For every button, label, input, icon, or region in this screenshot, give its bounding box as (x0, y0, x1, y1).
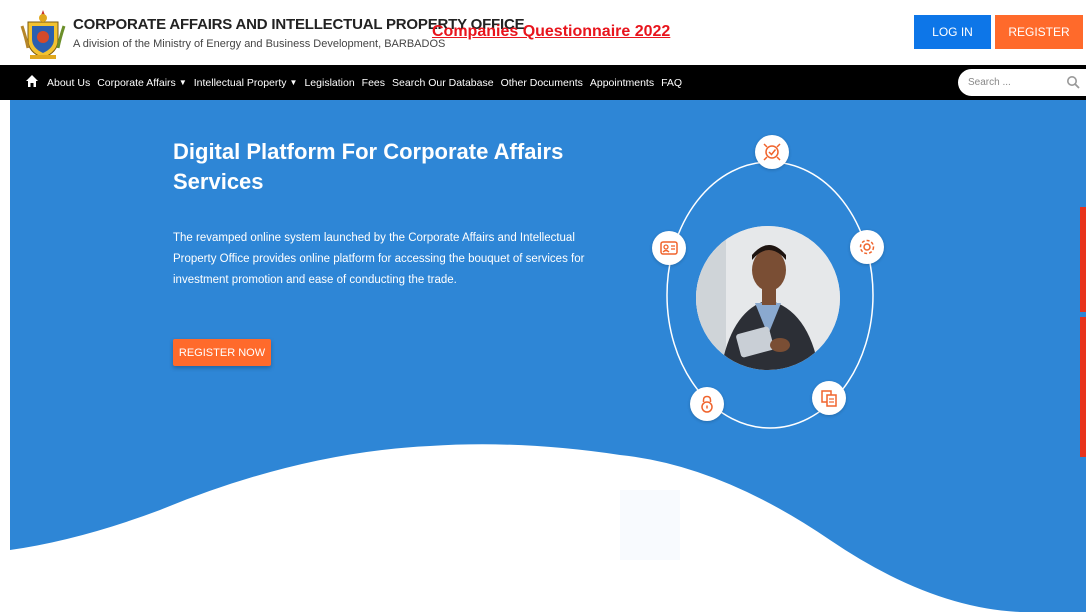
nav-item-about-us[interactable]: About Us (47, 77, 90, 89)
chevron-down-icon: ▼ (289, 78, 298, 87)
nav-item-fees[interactable]: Fees (362, 77, 385, 89)
site-header: CORPORATE AFFAIRS AND INTELLECTUAL PROPE… (0, 0, 1086, 65)
nav-item-label: Search Our Database (392, 76, 494, 89)
nav-item-label: Corporate Affairs (97, 76, 176, 89)
login-button[interactable]: LOG IN (914, 15, 991, 49)
orbit-ring (666, 161, 874, 429)
hero-section: Digital Platform For Corporate Affairs S… (0, 100, 1086, 612)
nav-item-label: Legislation (304, 76, 355, 89)
nav-item-faq[interactable]: FAQ (661, 77, 682, 89)
org-subtitle: A division of the Ministry of Energy and… (73, 38, 446, 50)
nav-item-search-database[interactable]: Search Our Database (392, 77, 494, 89)
lock-icon (690, 387, 724, 421)
register-now-button[interactable]: REGISTER NOW (173, 339, 271, 366)
main-nav: About Us Corporate Affairs ▼ Intellectual… (0, 65, 1086, 100)
nav-item-label: FAQ (661, 76, 683, 89)
search-icon[interactable] (1066, 75, 1080, 89)
barbados-crest-logo[interactable] (20, 8, 66, 60)
chevron-down-icon: ▼ (178, 78, 187, 87)
register-button[interactable]: REGISTER (995, 15, 1083, 49)
companies-questionnaire-link[interactable]: Companies Questionnaire 2022 (432, 23, 670, 41)
nav-item-legislation[interactable]: Legislation (304, 77, 354, 89)
document-copy-icon (812, 381, 846, 415)
businessman-photo (696, 226, 840, 370)
nav-item-label: Appointments (589, 76, 655, 89)
nav-item-label: Fees (361, 76, 386, 89)
id-card-icon (652, 231, 686, 265)
nav-item-corporate-affairs[interactable]: Corporate Affairs ▼ (97, 77, 187, 89)
nav-item-intellectual-property[interactable]: Intellectual Property ▼ (194, 77, 298, 89)
home-icon[interactable] (25, 74, 39, 88)
side-help-tab[interactable] (1080, 317, 1086, 457)
target-check-icon (755, 135, 789, 169)
nav-item-other-documents[interactable]: Other Documents (501, 77, 583, 89)
nav-item-label: Intellectual Property (193, 76, 287, 89)
nav-item-label: About Us (47, 76, 91, 89)
hero-description: The revamped online system launched by t… (173, 232, 585, 286)
nav-item-label: Other Documents (500, 76, 583, 89)
side-feedback-tab[interactable] (1080, 207, 1086, 312)
search-input[interactable] (968, 74, 1058, 91)
services-orbit-graphic (650, 135, 890, 435)
search-box (958, 69, 1086, 96)
nav-menu: About Us Corporate Affairs ▼ Intellectual… (47, 65, 689, 100)
hero-title: Digital Platform For Corporate Affairs S… (173, 139, 564, 194)
nav-item-appointments[interactable]: Appointments (590, 77, 654, 89)
gear-icon (850, 230, 884, 264)
